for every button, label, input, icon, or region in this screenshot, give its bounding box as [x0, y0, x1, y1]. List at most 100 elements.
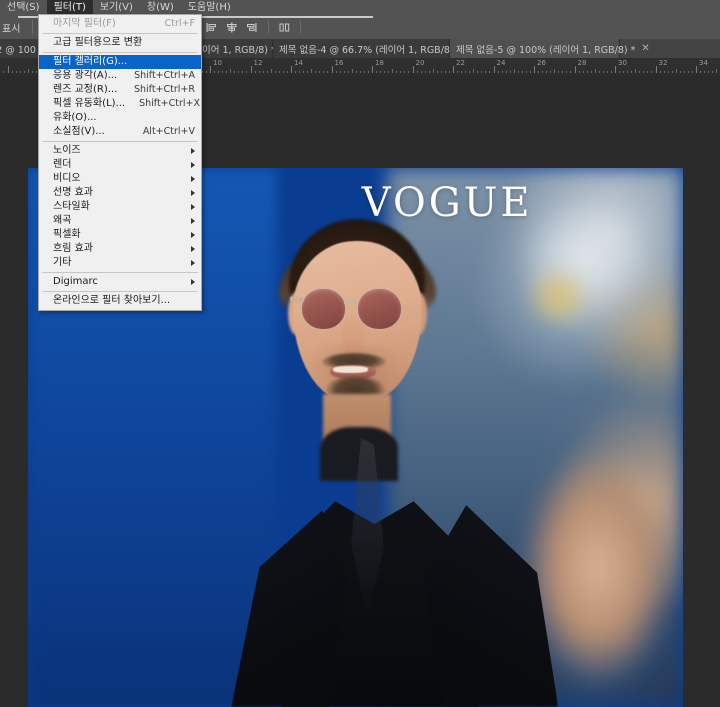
filter-menu-item-shortcut: Shift+Ctrl+R — [133, 84, 195, 95]
menu-separator — [42, 33, 198, 34]
filter-menu-item[interactable]: 필터 갤러리(G)... — [39, 55, 201, 69]
ruler-major-tick — [453, 66, 454, 73]
ruler-major-tick — [534, 66, 535, 73]
menu-separator — [42, 141, 198, 142]
ruler-major-tick — [372, 66, 373, 73]
filter-menu-item[interactable]: 고급 필터용으로 변환 — [39, 36, 201, 50]
ruler-tick-label: 20 — [415, 59, 425, 67]
filter-menu-item-shortcut: Shift+Ctrl+A — [134, 70, 195, 81]
align-right-icon[interactable] — [245, 21, 258, 34]
filter-menu-item-label: 흐림 효과 — [53, 243, 93, 254]
sunglasses-bridge — [343, 298, 358, 305]
ruler-major-tick — [210, 66, 211, 73]
ruler-tick-label: 14 — [294, 59, 303, 67]
filter-dropdown-menu[interactable]: 마지막 필터(F) Ctrl+F 고급 필터용으로 변환필터 갤러리(G)... 응용… — [38, 14, 202, 311]
filter-menu-item[interactable]: 픽셀 유동화(L)... Shift+Ctrl+X — [39, 97, 201, 111]
ruler-major-tick — [412, 66, 414, 73]
image-subject — [225, 168, 566, 707]
menu-separator — [42, 291, 198, 292]
filter-menu-item[interactable]: 비디오 — [39, 172, 201, 186]
submenu-arrow-icon — [191, 246, 195, 252]
filter-menu-item[interactable]: Digimarc — [39, 275, 201, 289]
document-tab-4-close-icon[interactable]: ✕ — [641, 44, 649, 54]
submenu-arrow-icon — [191, 218, 195, 224]
submenu-arrow-icon — [191, 260, 195, 266]
filter-menu-item-label: 왜곡 — [53, 215, 72, 226]
submenu-arrow-icon — [191, 176, 195, 182]
document-tab-3[interactable]: 제목 없음-4 @ 66.7% (레이어 1, RGB/8) * ✕ — [273, 39, 476, 58]
filter-menu-item-label: 픽셀화 — [53, 229, 81, 240]
ruler-major-tick — [615, 66, 616, 73]
filter-menu-item-label: 노이즈 — [53, 145, 81, 156]
filter-menu-item[interactable]: 선명 효과 — [39, 186, 201, 200]
filter-menu-item-label: 선명 효과 — [53, 187, 93, 198]
filter-menu-item-label: 유화(O)... — [53, 112, 97, 123]
filter-menu-item: 마지막 필터(F) Ctrl+F — [39, 17, 201, 31]
filter-menu-item[interactable]: 노이즈 — [39, 144, 201, 158]
filter-menu-item-label: 온라인으로 필터 찾아보기... — [53, 295, 171, 306]
ruler-tick-label: 26 — [537, 59, 546, 67]
filter-menu-item[interactable]: 픽셀화 — [39, 228, 201, 242]
filter-menu-item[interactable]: 응용 광각(A)... Shift+Ctrl+A — [39, 69, 201, 83]
ruler-major-tick — [696, 66, 697, 73]
document-tab-4-label: 제목 없음-5 @ 100% (레이어 1, RGB/8) * — [456, 44, 636, 56]
filter-menu-item-label: 응용 광각(A)... — [53, 70, 118, 81]
ruler-major-tick — [291, 66, 292, 73]
submenu-arrow-icon — [191, 162, 195, 168]
ruler-tick-label: 34 — [699, 59, 708, 67]
ruler-major-tick — [655, 66, 657, 73]
photoshop-window: 선택(S) 필터(T) 보기(V) 창(W) 도움말(H) 표시 @ 100 이… — [0, 0, 720, 707]
ruler-major-tick — [250, 66, 252, 73]
filter-menu-item[interactable]: 왜곡 — [39, 214, 201, 228]
filter-menu-item-label: 렌더 — [53, 159, 72, 170]
ruler-tick-label: 12 — [253, 59, 263, 67]
filter-menu-item-label: 픽셀 유동화(L)... — [53, 98, 126, 109]
document-tab-2[interactable]: 이어 1, RGB/8) * ✕ — [196, 39, 290, 58]
filter-menu-item-label: 필터 갤러리(G)... — [53, 56, 128, 67]
ruler-tick-label: 16 — [334, 59, 344, 67]
document-tab-4[interactable]: 제목 없음-5 @ 100% (레이어 1, RGB/8) * ✕ — [450, 39, 650, 58]
submenu-arrow-icon — [191, 279, 195, 285]
ruler-tick-label: 32 — [658, 59, 668, 67]
document-tab-2-label: 이어 1, RGB/8) * — [202, 44, 276, 56]
align-left-icon[interactable] — [205, 21, 218, 34]
ruler-tick-label: 22 — [456, 59, 465, 67]
filter-menu-item[interactable]: 유화(O)... — [39, 111, 201, 125]
document-tab-3-label: 제목 없음-4 @ 66.7% (레이어 1, RGB/8) * — [279, 44, 462, 56]
filter-menu-item[interactable]: 소실점(V)... Alt+Ctrl+V — [39, 125, 201, 139]
options-divider-1 — [32, 20, 33, 34]
ruler-tick-label: 18 — [375, 59, 384, 67]
filter-menu-item-label: 마지막 필터(F) — [53, 18, 116, 29]
filter-menu-item[interactable]: 기타 — [39, 256, 201, 270]
ruler-tick-label: 30 — [618, 59, 627, 67]
filter-menu-item[interactable]: 렌즈 교정(R)... Shift+Ctrl+R — [39, 83, 201, 97]
submenu-arrow-icon — [191, 190, 195, 196]
filter-menu-item-label: Digimarc — [53, 276, 98, 287]
filter-menu-item-label: 고급 필터용으로 변환 — [53, 37, 143, 48]
align-center-horizontal-icon[interactable] — [225, 21, 238, 34]
ruler-major-tick — [493, 66, 495, 73]
filter-menu-item[interactable]: 흐림 효과 — [39, 242, 201, 256]
document-tab-1-label: 음-2 @ 100 — [0, 44, 36, 56]
ruler-tick-label: 28 — [577, 59, 587, 67]
distribute-icon[interactable] — [278, 21, 291, 34]
filter-menu-item-shortcut: Shift+Ctrl+X — [139, 98, 201, 109]
filter-menu-item[interactable]: 렌더 — [39, 158, 201, 172]
options-divider-3 — [300, 20, 301, 34]
ruler-tick-label: 24 — [496, 59, 506, 67]
menu-separator — [42, 52, 198, 53]
submenu-arrow-icon — [191, 148, 195, 154]
filter-menu-item[interactable]: 스타일화 — [39, 200, 201, 214]
filter-menu-item[interactable]: 온라인으로 필터 찾아보기... — [39, 294, 201, 308]
ruler-tick-label: 10 — [213, 59, 222, 67]
ruler-major-tick — [574, 66, 576, 73]
filter-menu-item-label: 스타일화 — [53, 201, 90, 212]
ruler-major-tick — [331, 66, 333, 73]
sunglasses-lens-right — [357, 287, 402, 330]
filter-menu-item-label: 렌즈 교정(R)... — [53, 84, 118, 95]
options-divider-2 — [268, 20, 269, 34]
options-bar-label: 표시 — [2, 24, 21, 35]
menu-separator — [42, 272, 198, 273]
sunglasses-lens-left — [301, 287, 346, 330]
filter-menu-item-label: 소실점(V)... — [53, 126, 105, 137]
